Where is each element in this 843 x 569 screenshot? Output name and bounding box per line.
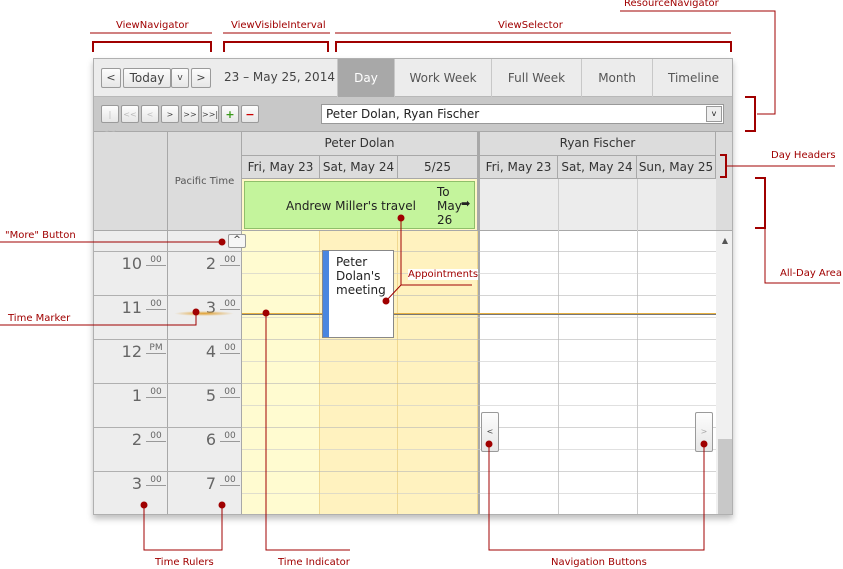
- annotation-lines: [0, 10, 840, 551]
- annotation-dots: [140, 214, 708, 509]
- label-time-indicator: Time Indicator: [278, 557, 350, 568]
- label-view-visible-interval: ViewVisibleInterval: [231, 20, 326, 31]
- label-day-headers: Day Headers: [771, 150, 836, 161]
- label-all-day-area: All-Day Area: [780, 268, 842, 279]
- label-view-selector: ViewSelector: [498, 20, 563, 31]
- label-resource-navigator: ResourceNavigator: [624, 0, 719, 9]
- label-time-rulers: Time Rulers: [155, 557, 214, 568]
- label-more-button: "More" Button: [5, 230, 76, 241]
- label-time-marker: Time Marker: [8, 313, 71, 324]
- label-navigation-buttons: Navigation Buttons: [551, 557, 647, 568]
- label-appointments: Appointments: [408, 269, 479, 280]
- label-view-navigator: ViewNavigator: [116, 20, 189, 31]
